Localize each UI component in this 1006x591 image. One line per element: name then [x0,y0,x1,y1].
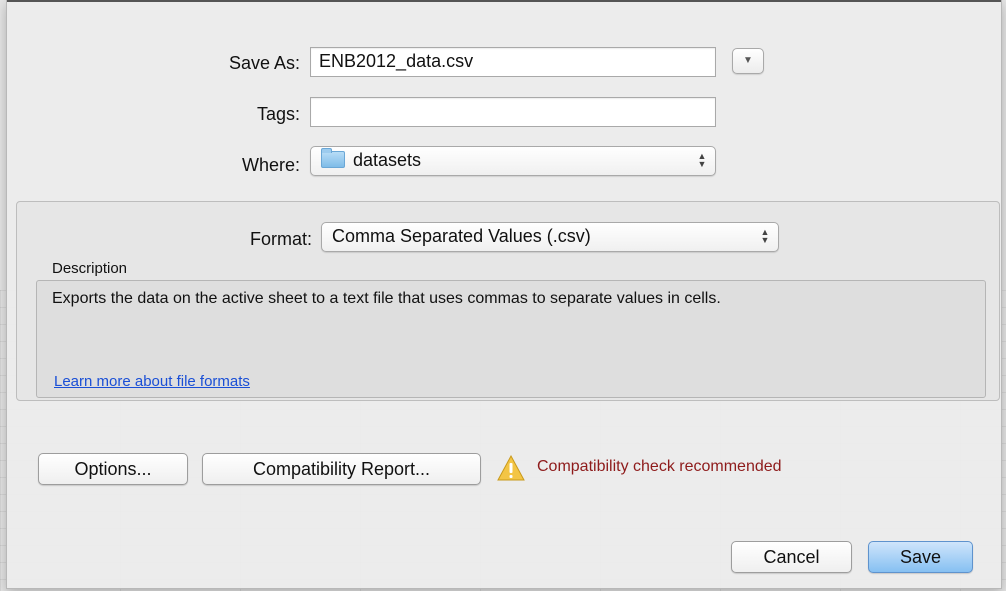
format-value: Comma Separated Values (.csv) [332,226,591,246]
format-popup[interactable]: Comma Separated Values (.csv) ▲ ▼ [321,222,779,252]
cancel-button[interactable]: Cancel [731,541,852,573]
compatibility-warning-text: Compatibility check recommended [537,458,782,475]
chevron-down-icon: ▼ [743,55,753,66]
save-button[interactable]: Save [868,541,973,573]
description-text: Exports the data on the active sheet to … [52,290,721,307]
popup-arrows-icon: ▲ ▼ [697,151,707,169]
compatibility-report-button[interactable]: Compatibility Report... [202,453,481,485]
dialog-top-edge [7,0,1001,2]
where-value: datasets [353,150,422,170]
popup-arrows-icon: ▲ ▼ [760,227,770,245]
tags-field[interactable] [310,97,716,127]
learn-more-link[interactable]: Learn more about file formats [54,373,250,390]
save-as-label: Save As: [228,53,300,73]
description-heading: Description [52,260,128,277]
where-popup[interactable]: datasets ▲ ▼ [310,146,716,176]
warning-icon [497,455,525,481]
folder-icon [321,148,345,168]
options-button[interactable]: Options... [38,453,188,485]
save-as-field[interactable]: ENB2012_data.csv [310,47,716,77]
where-label: Where: [241,155,300,175]
tags-label: Tags: [256,104,300,124]
expand-dialog-button[interactable]: ▼ [732,48,764,74]
format-label: Format: [249,229,312,249]
